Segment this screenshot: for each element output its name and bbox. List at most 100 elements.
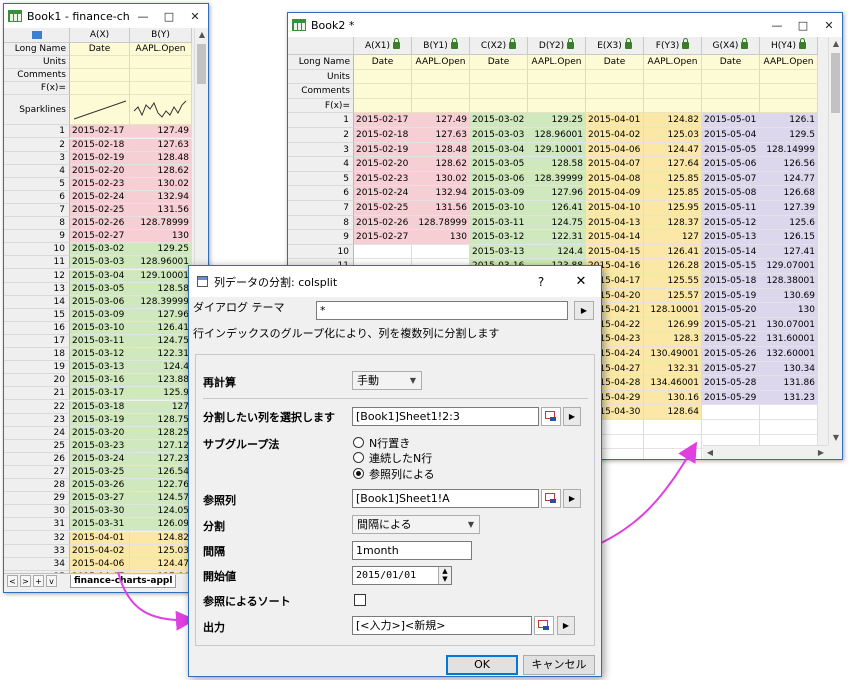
date-cell[interactable]: 2015-05-21	[702, 317, 760, 333]
theme-field[interactable]: *	[316, 301, 568, 320]
value-cell[interactable]: 130.02	[412, 171, 470, 187]
value-cell[interactable]: 127.96	[528, 186, 586, 201]
row-number[interactable]: 28	[4, 479, 70, 493]
column-header[interactable]: B(Y1)	[412, 37, 470, 55]
long-name-cell[interactable]: AAPL.Open	[130, 43, 192, 57]
row-number[interactable]: 4	[288, 157, 354, 172]
date-cell[interactable]: 2015-05-11	[702, 201, 760, 216]
book2-titlebar[interactable]: Book2 * — □ ✕	[288, 13, 842, 37]
date-cell[interactable]: 2015-03-27	[70, 492, 130, 506]
scroll-down-icon[interactable]: ▼	[829, 431, 842, 445]
date-cell[interactable]: 2015-05-22	[702, 332, 760, 347]
row-number[interactable]: 3	[288, 142, 354, 158]
date-cell[interactable]: 2015-03-06	[470, 171, 528, 187]
long-name-cell[interactable]: Date	[586, 55, 644, 70]
value-cell[interactable]: 127.39	[760, 201, 818, 216]
corner-cell[interactable]	[288, 37, 354, 55]
scroll-left-icon[interactable]: ◀	[703, 446, 717, 459]
date-cell[interactable]: 2015-02-20	[354, 157, 412, 172]
date-cell[interactable]: 2015-02-17	[70, 125, 130, 139]
row-number[interactable]: 32	[4, 531, 70, 545]
date-cell[interactable]: 2015-02-19	[70, 151, 130, 165]
value-cell[interactable]: 125.55	[644, 274, 702, 289]
value-cell[interactable]: 130	[412, 230, 470, 245]
value-cell[interactable]: 131.56	[412, 201, 470, 216]
close-icon[interactable]: ✕	[182, 10, 208, 23]
column-header[interactable]: F(Y3)	[644, 37, 702, 55]
date-cell[interactable]: 2015-04-01	[70, 531, 130, 545]
value-cell[interactable]: 128.58	[528, 157, 586, 172]
select-cols-field[interactable]: [Book1]Sheet1!2:3	[352, 407, 539, 426]
row-number[interactable]: 10	[288, 244, 354, 260]
row-number[interactable]: 23	[4, 413, 70, 427]
long-name-cell[interactable]: Date	[354, 55, 412, 70]
date-cell[interactable]: 2015-03-10	[70, 321, 130, 335]
value-cell[interactable]: 129.10001	[130, 269, 192, 283]
meta-cell[interactable]	[528, 69, 586, 85]
date-cell[interactable]: 2015-03-17	[70, 387, 130, 401]
row-number[interactable]: 21	[4, 387, 70, 401]
value-cell[interactable]: 131.60001	[760, 332, 818, 347]
value-cell[interactable]: 124.05	[130, 505, 192, 519]
meta-cell[interactable]	[354, 84, 412, 99]
cancel-button[interactable]: キャンセル	[523, 655, 595, 675]
value-cell[interactable]: 130.02	[130, 177, 192, 191]
column-header[interactable]: G(X4)	[702, 37, 760, 55]
output-menu-button[interactable]: ▶	[557, 616, 575, 635]
date-cell[interactable]: 2015-03-12	[70, 348, 130, 362]
value-cell[interactable]: 134.46001	[644, 376, 702, 391]
meta-cell[interactable]	[470, 98, 528, 114]
value-cell[interactable]: 132.60001	[760, 347, 818, 362]
date-cell[interactable]: 2015-03-24	[70, 452, 130, 466]
date-cell[interactable]: 2015-03-02	[70, 243, 130, 257]
value-cell[interactable]: 124.75	[528, 215, 586, 231]
value-cell[interactable]: 128.48	[412, 142, 470, 158]
value-cell[interactable]: 125.57	[644, 288, 702, 304]
minimize-icon[interactable]: —	[130, 10, 156, 23]
scroll-right-icon[interactable]: ▶	[814, 446, 828, 459]
date-cell[interactable]: 2015-02-17	[354, 113, 412, 128]
date-cell[interactable]: 2015-03-09	[470, 186, 528, 201]
date-cell[interactable]: 2015-03-11	[470, 215, 528, 231]
value-cell[interactable]: 131.86	[760, 376, 818, 391]
date-cell[interactable]: 2015-02-19	[354, 142, 412, 158]
date-cell[interactable]: 2015-03-04	[470, 142, 528, 158]
value-cell[interactable]: 126.41	[644, 244, 702, 260]
value-cell[interactable]: 129.25	[130, 243, 192, 257]
value-cell[interactable]: 129.5	[760, 128, 818, 143]
row-number[interactable]: 9	[288, 230, 354, 245]
value-cell[interactable]: 124.47	[644, 142, 702, 158]
value-cell[interactable]: 127.23	[130, 452, 192, 466]
scroll-up-icon[interactable]: ▲	[195, 28, 208, 42]
row-number[interactable]: 27	[4, 466, 70, 480]
long-name-cell[interactable]: Date	[470, 55, 528, 70]
value-cell[interactable]: 130.49001	[644, 347, 702, 362]
meta-cell[interactable]	[130, 56, 192, 70]
long-name-cell[interactable]: AAPL.Open	[528, 55, 586, 70]
row-number[interactable]: 2	[288, 128, 354, 143]
row-number[interactable]: 3	[4, 151, 70, 165]
close-button[interactable]: ✕	[561, 274, 601, 289]
row-number[interactable]: 26	[4, 452, 70, 466]
meta-cell[interactable]	[760, 98, 818, 114]
date-cell[interactable]: 2015-05-27	[702, 361, 760, 377]
value-cell[interactable]: 129.07001	[760, 259, 818, 274]
date-cell[interactable]: 2015-02-25	[70, 204, 130, 218]
value-cell[interactable]: 124.47	[130, 557, 192, 571]
radio-by-reference-column-label[interactable]: 参照列による	[369, 466, 435, 482]
row-number[interactable]: 1	[288, 113, 354, 128]
date-cell[interactable]: 2015-02-18	[70, 138, 130, 152]
row-number[interactable]: 31	[4, 518, 70, 532]
date-cell[interactable]: 2015-04-09	[586, 186, 644, 201]
date-cell[interactable]: 2015-03-30	[70, 505, 130, 519]
value-cell[interactable]: 131.56	[130, 204, 192, 218]
date-cell[interactable]: 2015-03-18	[70, 400, 130, 414]
book2-horizontal-scrollbar[interactable]: ◀ ▶	[703, 445, 828, 459]
book2-vertical-scrollbar[interactable]: ▲ ▼	[828, 37, 842, 445]
value-cell[interactable]: 124.75	[130, 335, 192, 349]
row-number[interactable]: 8	[4, 217, 70, 231]
meta-cell[interactable]	[412, 69, 470, 85]
ref-col-field[interactable]: [Book1]Sheet1!A	[352, 489, 539, 508]
date-cell[interactable]: 2015-04-06	[586, 142, 644, 158]
recalc-select[interactable]: 手動 ▼	[352, 371, 422, 390]
